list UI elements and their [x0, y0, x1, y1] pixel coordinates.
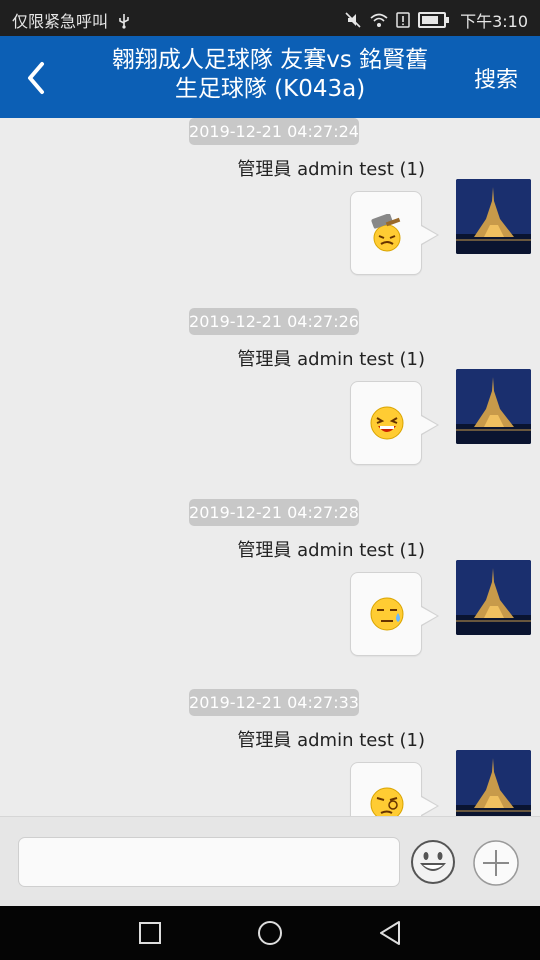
carrier-text: 仅限紧急呼叫 — [12, 12, 109, 31]
status-bar: 仅限紧急呼叫 下午3:10 — [0, 0, 540, 36]
chat-title-line2: 生足球隊 (K043a) — [174, 76, 366, 102]
message-input-bar — [0, 816, 540, 907]
mute-icon — [345, 12, 361, 28]
status-bar-left: 仅限紧急呼叫 — [12, 8, 131, 32]
message-bubble[interactable] — [350, 191, 439, 275]
avatar[interactable] — [456, 179, 531, 254]
chat-message-list[interactable]: 2019-12-21 04:27:24 管理員 admin test (1) 2… — [0, 118, 540, 816]
message-timestamp: 2019-12-21 04:27:28 — [189, 499, 359, 526]
plus-circle-icon[interactable] — [472, 839, 520, 887]
message-bubble[interactable] — [350, 572, 439, 656]
wifi-icon — [370, 13, 388, 27]
avatar[interactable] — [456, 560, 531, 635]
chat-header: 翱翔成人足球隊 友賽vs 銘賢舊 生足球隊 (K043a) 搜索 — [0, 36, 540, 118]
avatar[interactable] — [456, 369, 531, 444]
message-sender: 管理員 admin test (1) — [237, 540, 425, 561]
avatar-image — [456, 560, 531, 635]
chat-title: 翱翔成人足球隊 友賽vs 銘賢舊 生足球隊 (K043a) — [88, 46, 452, 104]
home-circle-icon[interactable] — [255, 918, 285, 948]
avatar-image — [456, 179, 531, 254]
message-sender: 管理員 admin test (1) — [237, 159, 425, 180]
avatar-image — [456, 369, 531, 444]
sweat-emoji — [370, 597, 404, 631]
thinking-emoji — [370, 787, 404, 816]
avatar[interactable] — [456, 750, 531, 816]
back-triangle-icon[interactable] — [375, 918, 405, 948]
message-sender: 管理員 admin test (1) — [237, 730, 425, 751]
battery-charging-icon — [418, 12, 450, 28]
recents-square-icon[interactable] — [135, 918, 165, 948]
usb-icon — [119, 14, 129, 29]
back-arrow-icon[interactable] — [18, 58, 58, 98]
message-timestamp: 2019-12-21 04:27:33 — [189, 689, 359, 716]
message-item: 2019-12-21 04:27:33 管理員 admin test (1) — [0, 689, 540, 816]
search-button[interactable]: 搜索 — [474, 62, 518, 94]
message-item: 2019-12-21 04:27:24 管理員 admin test (1) — [0, 118, 540, 308]
message-item: 2019-12-21 04:27:26 管理員 admin test (1) — [0, 308, 540, 498]
sim-alert-icon — [396, 12, 410, 28]
message-bubble[interactable] — [350, 762, 439, 816]
message-item: 2019-12-21 04:27:28 管理員 admin test (1) — [0, 499, 540, 689]
message-timestamp: 2019-12-21 04:27:26 — [189, 308, 359, 335]
avatar-image — [456, 750, 531, 816]
message-bubble[interactable] — [350, 381, 439, 465]
message-timestamp: 2019-12-21 04:27:24 — [189, 118, 359, 145]
system-nav-bar — [0, 906, 540, 960]
laughing-emoji — [370, 406, 404, 440]
message-sender: 管理員 admin test (1) — [237, 349, 425, 370]
hammer-on-head-emoji — [371, 214, 401, 252]
chat-title-line1: 翱翔成人足球隊 友賽vs 銘賢舊 — [111, 47, 429, 73]
smiley-face-icon[interactable] — [410, 839, 456, 885]
clock: 下午3:10 — [460, 12, 528, 31]
message-input[interactable] — [18, 837, 400, 887]
status-bar-right: 下午3:10 — [344, 8, 528, 32]
